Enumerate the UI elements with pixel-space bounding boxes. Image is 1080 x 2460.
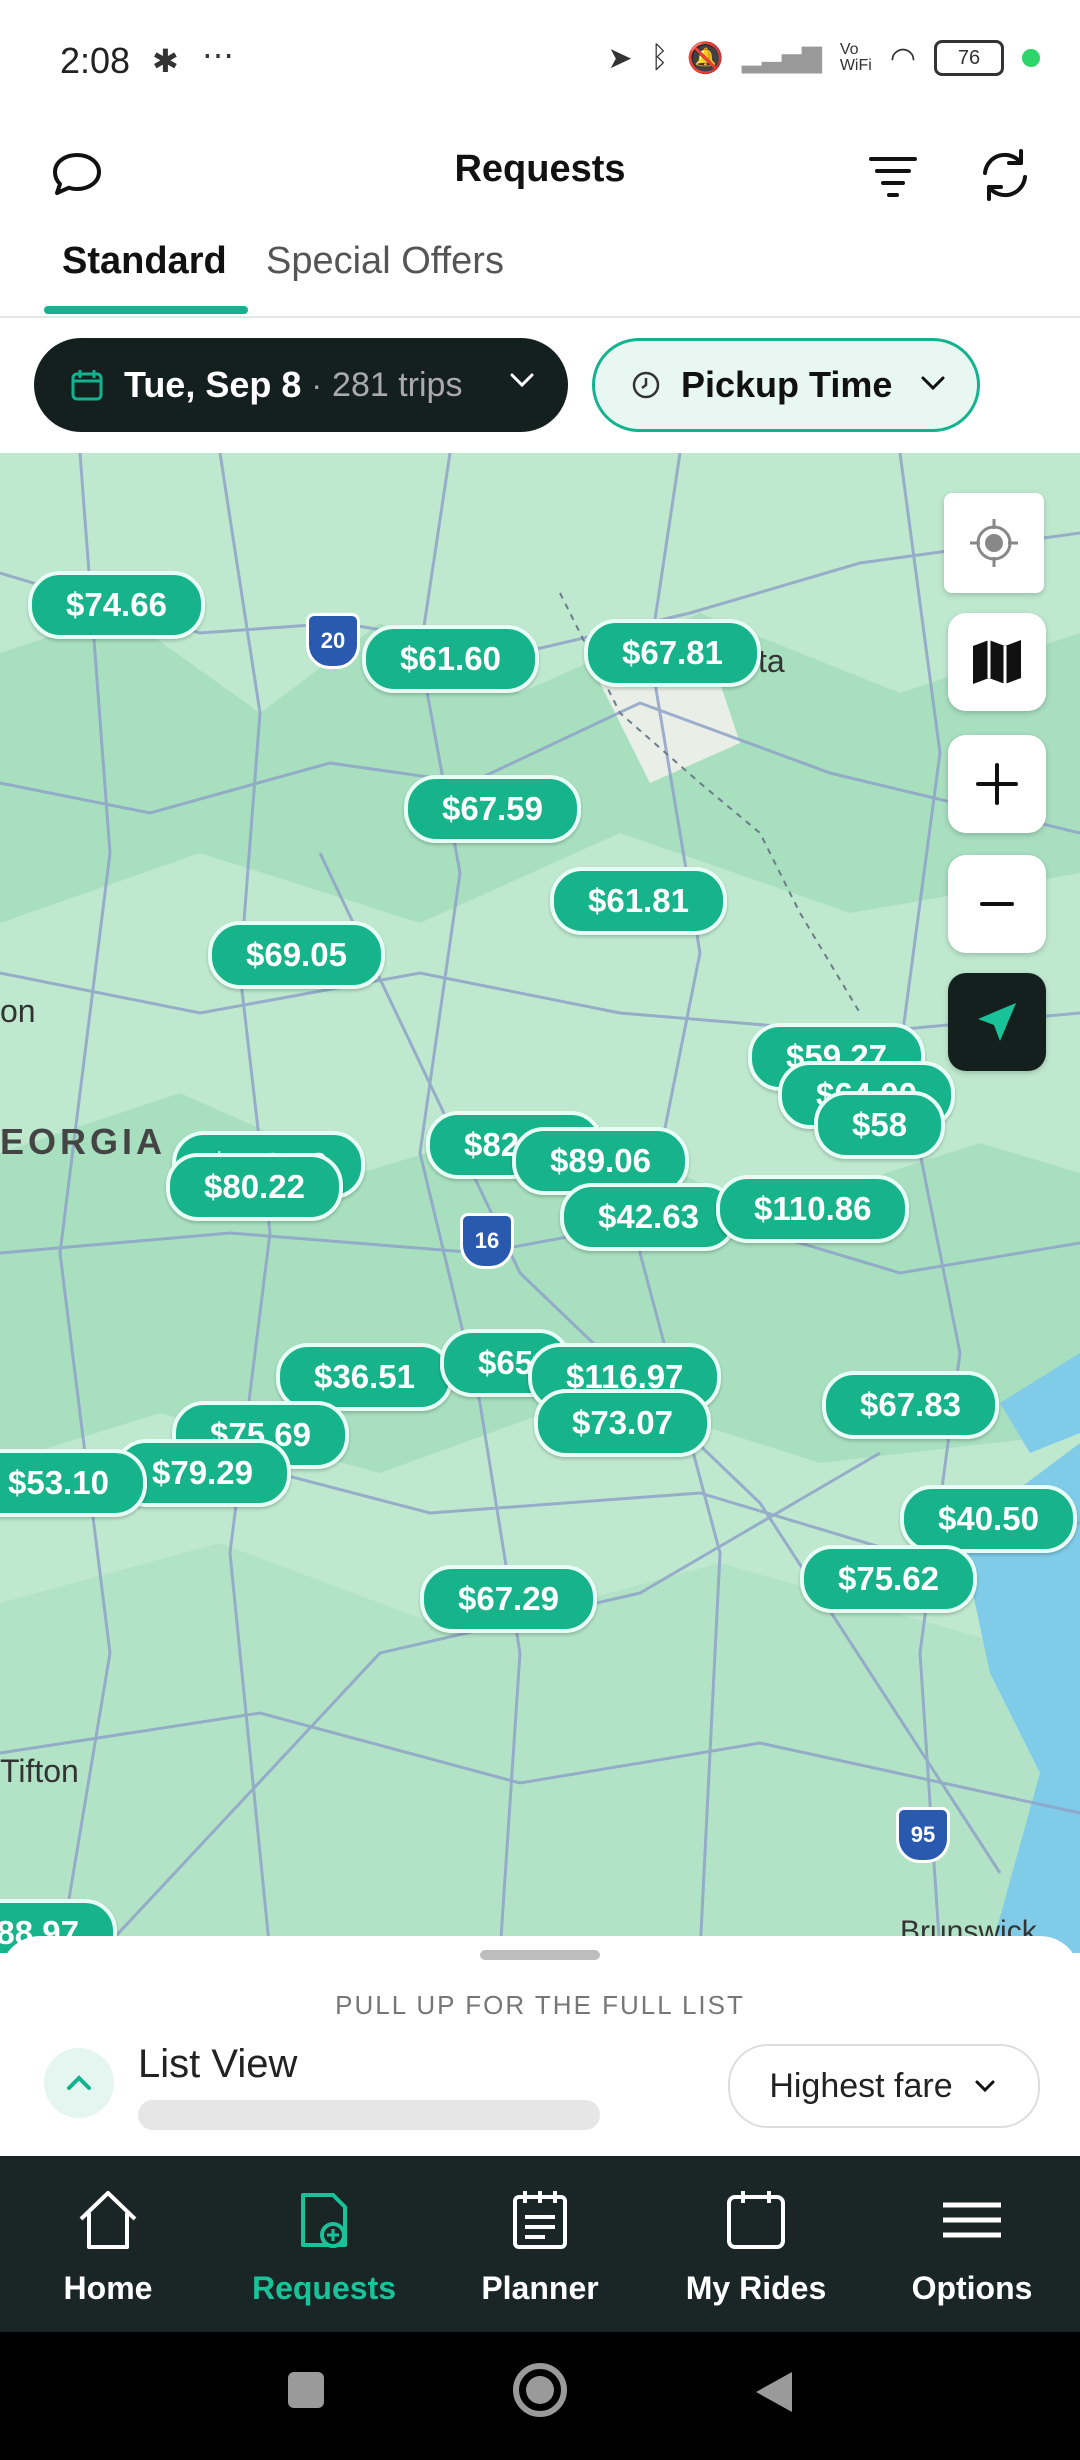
fare-pin[interactable]: $61.60 [362,625,539,693]
fare-pin[interactable]: $58 [814,1091,946,1159]
system-navigation-bar [0,2332,1080,2460]
menu-icon [937,2182,1007,2258]
pickup-time-filter-button[interactable]: Pickup Time [592,338,980,432]
nav-requests[interactable]: Requests [216,2156,432,2332]
nav-planner-label: Planner [481,2270,599,2306]
wifi-icon: ◠ [889,41,916,75]
zoom-out-button[interactable] [948,855,1046,953]
vowifi-icon: Vo WiFi [839,41,872,74]
navigation-arrow-icon [978,1003,1016,1041]
home-icon [73,2182,143,2258]
interstate-shield: 16 [460,1213,514,1269]
tab-standard[interactable]: Standard [62,240,227,310]
trip-count: 281 trips [332,365,463,404]
privacy-dot [1022,49,1040,67]
map-layers-button[interactable] [948,613,1046,711]
date-filter-button[interactable]: Tue, Sep 8 · 281 trips [34,338,568,432]
map-icon [973,640,1021,684]
nav-my-rides-label: My Rides [685,2270,827,2306]
status-time: 2:08 [60,40,131,81]
chevron-up-icon [67,2075,91,2090]
bottom-navigation: Home Requests Planner My Rides Options [0,2156,1080,2332]
fare-pin[interactable]: $67.83 [822,1371,999,1439]
home-system-button[interactable] [510,2360,570,2425]
fare-pin[interactable]: $53.10 [0,1449,147,1517]
expand-list-button[interactable] [44,2048,114,2118]
clock-icon [632,371,660,399]
list-view-label: List View [138,2042,298,2086]
tab-special-offers[interactable]: Special Offers [266,240,504,310]
nav-options[interactable]: Options [864,2156,1080,2332]
mute-icon: 🔕 [686,41,724,75]
fare-pin[interactable]: $80.22 [166,1153,343,1221]
tab-bar: Standard Special Offers [0,240,1080,318]
chevron-down-icon [506,364,538,401]
chevron-down-icon [917,367,949,404]
nav-home[interactable]: Home [0,2156,216,2332]
requests-icon [289,2182,359,2258]
map-background [0,453,1080,1953]
fare-pin[interactable]: $69.05 [208,921,385,989]
map-label-tifton: Tifton [0,1753,79,1789]
planner-icon [505,2182,575,2258]
nav-planner[interactable]: Planner [432,2156,648,2332]
chevron-down-icon [975,2080,995,2093]
calendar-icon [721,2182,791,2258]
interstate-shield: 95 [896,1807,950,1863]
zoom-in-button[interactable] [948,735,1046,833]
filter-icon[interactable] [858,140,928,210]
pull-up-hint: PULL UP FOR THE FULL LIST [335,1990,745,2020]
battery-icon: 76 [934,40,1004,76]
fare-pin[interactable]: $73.07 [534,1389,711,1457]
fare-pin[interactable]: $74.66 [28,571,205,639]
back-button[interactable] [752,2368,796,2421]
slack-icon: ✱ [152,43,179,79]
location-arrow-icon: ➤ [607,41,633,75]
map-view[interactable]: sta EORGIA on Tifton Brunswick 20 16 95 … [0,453,1080,1953]
nav-my-rides[interactable]: My Rides [648,2156,864,2332]
map-label-state: EORGIA [0,1121,167,1162]
minus-icon [980,902,1014,906]
interstate-shield: 20 [306,613,360,669]
active-tab-indicator [44,306,248,314]
app-header: Requests [0,130,1080,240]
nav-requests-label: Requests [251,2270,397,2306]
filter-row: Tue, Sep 8 · 281 trips Pickup Time [0,318,1080,453]
fare-pin[interactable]: $67.59 [404,775,581,843]
status-bar: 2:08 ✱ ⋯ ➤ ᛒ 🔕 ▂▃▅▇ Vo WiFi ◠ 76 [0,0,1080,130]
recents-button[interactable] [284,2368,328,2417]
loading-skeleton [138,2100,600,2130]
pickup-time-label: Pickup Time [681,364,893,405]
fare-pin[interactable]: $110.86 [716,1175,910,1243]
sheet-drag-handle[interactable] [480,1950,600,1960]
fare-pin[interactable]: $40.50 [900,1485,1077,1553]
fare-pin[interactable]: $42.63 [560,1183,737,1251]
fare-pin[interactable]: $61.81 [550,867,727,935]
more-icon: ⋯ [202,37,234,73]
my-location-button[interactable] [948,973,1046,1071]
fare-pin[interactable]: $75.62 [800,1545,977,1613]
fare-pin[interactable]: $67.29 [420,1565,597,1633]
refresh-icon[interactable] [970,140,1040,210]
signal-icon: ▂▃▅▇ [741,42,822,73]
bottom-sheet[interactable]: PULL UP FOR THE FULL LIST List View High… [0,1936,1080,2156]
recenter-button[interactable] [944,493,1044,593]
calendar-icon [71,370,103,401]
sort-label: Highest fare [769,2066,953,2105]
crosshair-icon [970,519,1018,567]
plus-icon [976,763,1018,805]
bluetooth-icon: ᛒ [650,41,669,74]
nav-options-label: Options [911,2270,1033,2306]
fare-pin[interactable]: $67.81 [584,619,761,687]
date-label: Tue, Sep 8 [124,364,302,405]
map-label-left-edge: on [0,993,36,1029]
date-separator: · [311,366,323,403]
nav-home-label: Home [63,2270,153,2306]
sort-dropdown[interactable]: Highest fare [728,2044,1040,2128]
